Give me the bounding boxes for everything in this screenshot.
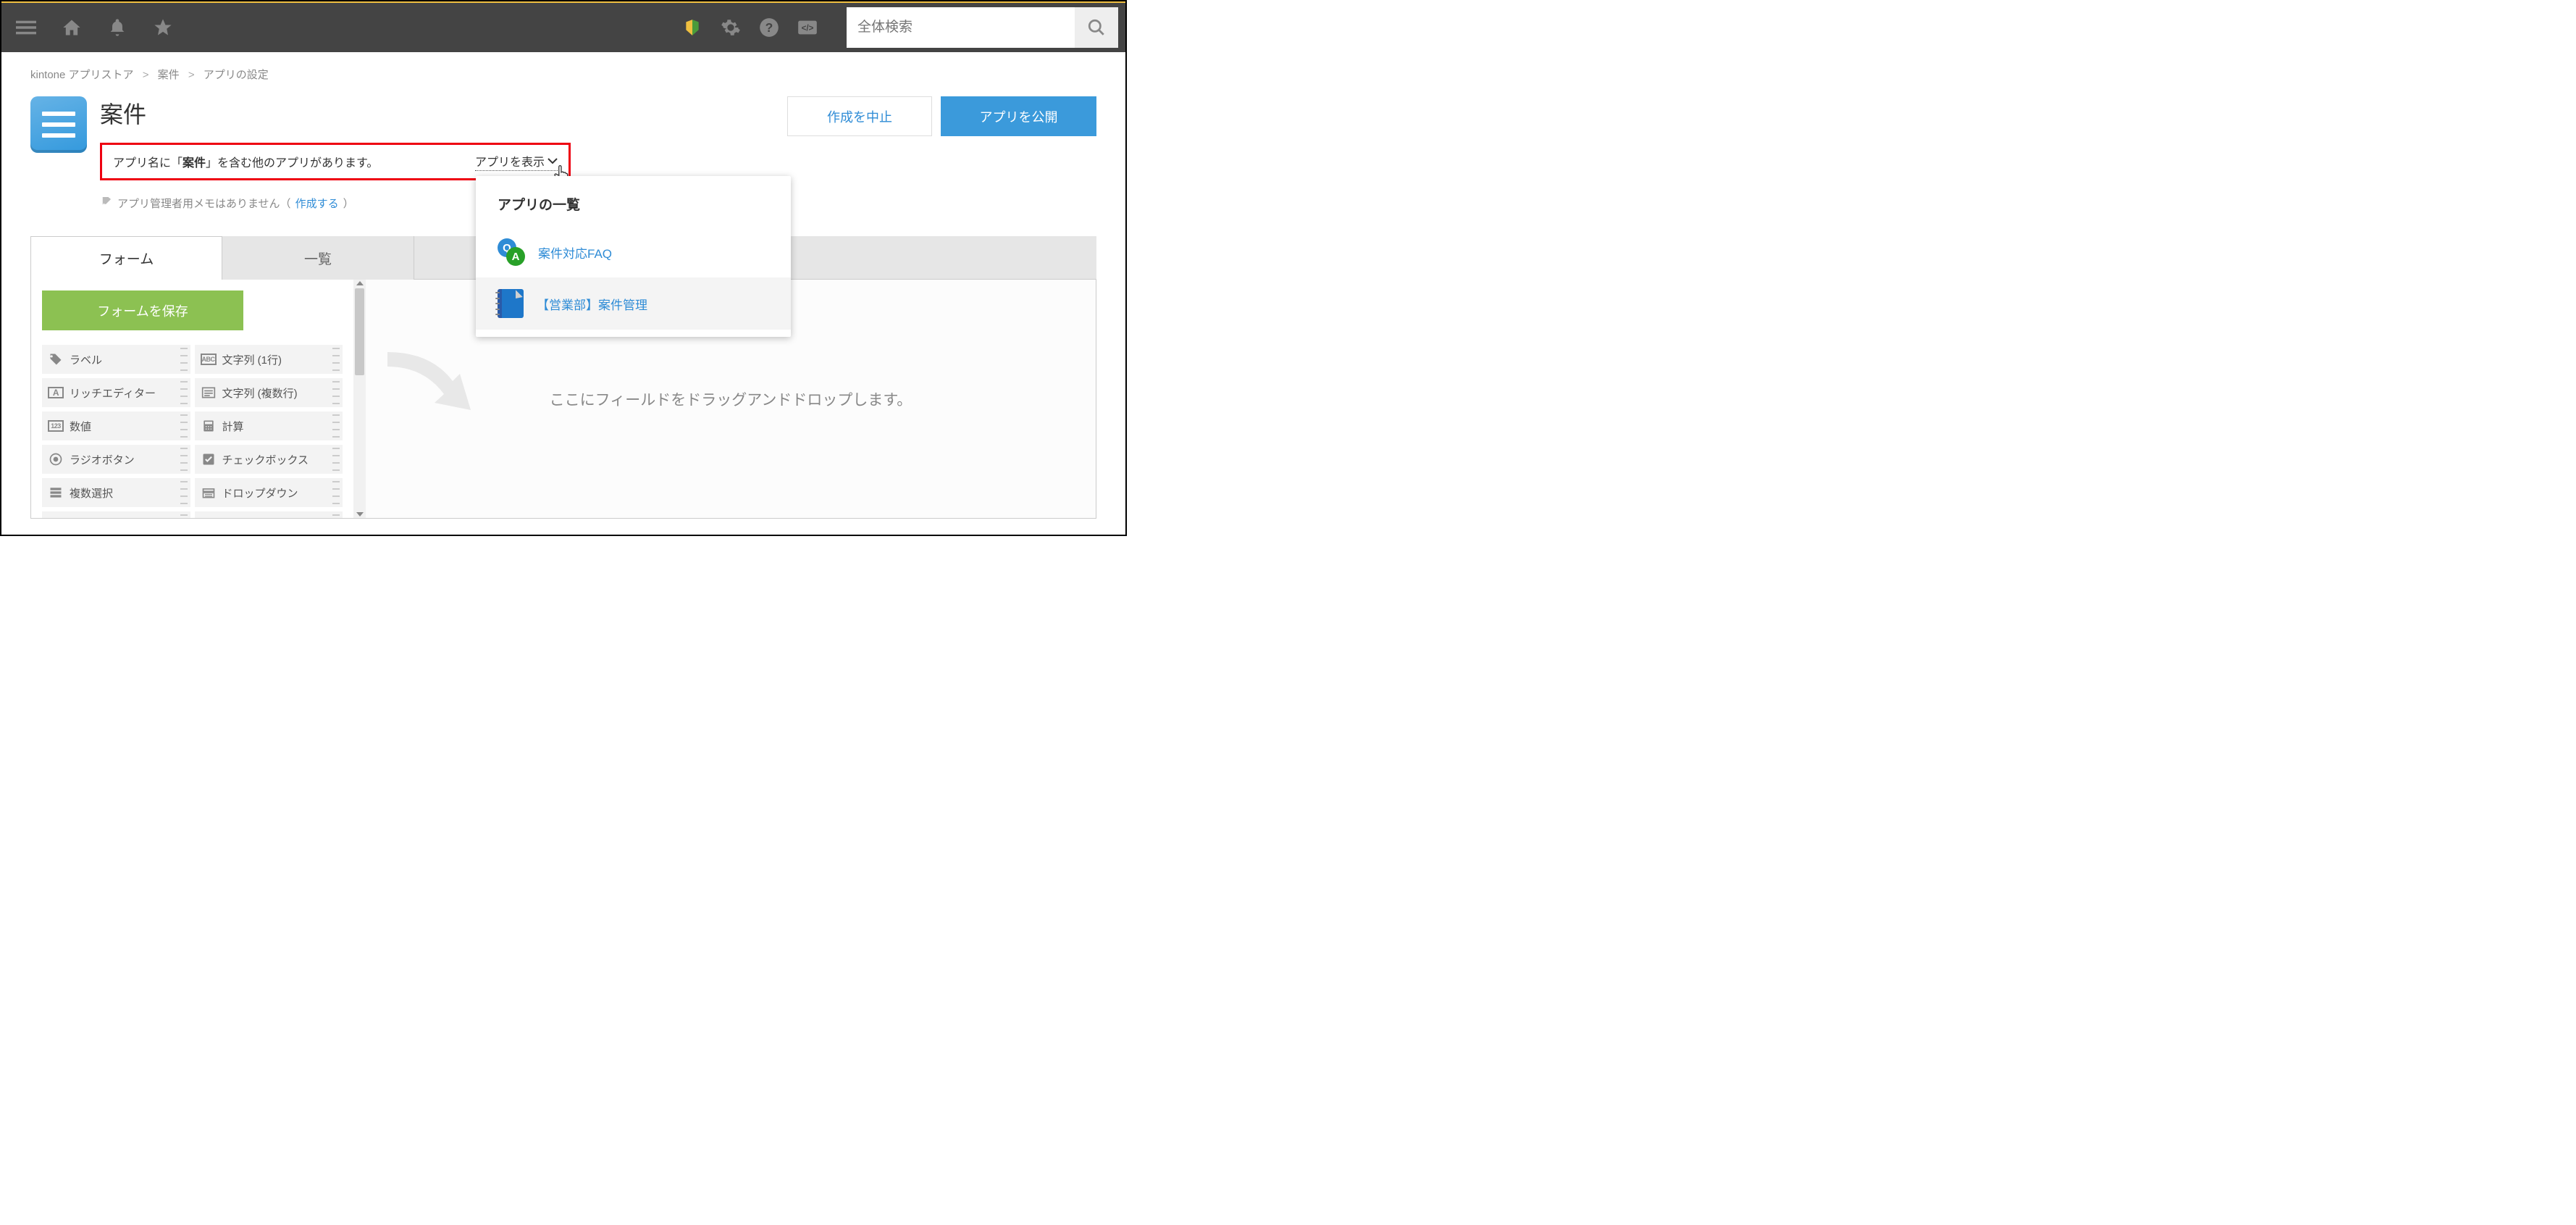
- create-memo-link[interactable]: 作成する: [295, 196, 339, 211]
- bell-icon[interactable]: [107, 17, 127, 38]
- scroll-up-icon[interactable]: [356, 281, 364, 285]
- app-list-item-sales[interactable]: 【営業部】案件管理: [476, 277, 791, 330]
- calculator-icon: [201, 418, 217, 434]
- drop-hint-arrow-icon: [380, 345, 482, 429]
- qa-icon: QA: [498, 238, 525, 266]
- radio-icon: [48, 451, 64, 467]
- field-text-single[interactable]: ABC文字列 (1行): [195, 345, 343, 374]
- search-input[interactable]: [847, 20, 1075, 35]
- help-icon[interactable]: ?: [759, 17, 779, 38]
- notebook-icon: [498, 289, 524, 318]
- 123-box-icon: 123: [48, 418, 64, 434]
- field-checkbox[interactable]: チェックボックス: [195, 445, 343, 474]
- breadcrumb-store[interactable]: kintone アプリストア: [30, 69, 134, 81]
- global-search: [847, 7, 1118, 48]
- app-list-item-faq[interactable]: QA 案件対応FAQ: [476, 227, 791, 277]
- field-radio[interactable]: ラジオボタン: [42, 445, 190, 474]
- tag-icon: [48, 351, 64, 367]
- breadcrumb: kintone アプリストア > 案件 > アプリの設定: [30, 67, 1096, 82]
- show-apps-toggle[interactable]: アプリを表示: [475, 152, 558, 171]
- field-label[interactable]: ラベル: [42, 345, 190, 374]
- cancel-button[interactable]: 作成を中止: [787, 96, 932, 136]
- dropdown-icon: [201, 485, 217, 501]
- field-rich-editor[interactable]: Aリッチエディター: [42, 378, 190, 407]
- chevron-down-icon: [547, 157, 558, 164]
- lines-box-icon: [201, 385, 217, 401]
- svg-text:</>: </>: [802, 24, 814, 33]
- duplicate-name-notice: アプリ名に「案件」を含む他のアプリがあります。 アプリを表示: [100, 143, 571, 180]
- field-multiselect[interactable]: 複数選択: [42, 478, 190, 507]
- field-calc[interactable]: 計算: [195, 411, 343, 440]
- app-list-title: アプリの一覧: [476, 194, 791, 227]
- home-icon[interactable]: [62, 17, 82, 38]
- search-button[interactable]: [1075, 7, 1118, 48]
- field-text-multi[interactable]: 文字列 (複数行): [195, 378, 343, 407]
- scroll-thumb[interactable]: [355, 288, 364, 375]
- save-form-button[interactable]: フォームを保存: [42, 290, 243, 330]
- field-palette: フォームを保存 ラベル ABC文字列 (1行) Aリッチエディター 文字列 (複…: [31, 280, 353, 518]
- field-time[interactable]: 時刻: [195, 511, 343, 518]
- beginner-icon[interactable]: [682, 17, 702, 38]
- abc-box-icon: ABC: [201, 351, 217, 367]
- letter-a-box-icon: A: [48, 385, 64, 401]
- app-list-popup: アプリの一覧 QA 案件対応FAQ 【営業部】案件管理: [476, 176, 791, 337]
- field-date[interactable]: 日付: [42, 511, 190, 518]
- field-number[interactable]: 123数値: [42, 411, 190, 440]
- publish-button[interactable]: アプリを公開: [941, 96, 1096, 136]
- svg-text:?: ?: [765, 20, 773, 35]
- code-icon[interactable]: </>: [797, 17, 818, 38]
- app-icon: [30, 96, 87, 153]
- scroll-down-icon[interactable]: [356, 512, 364, 517]
- top-toolbar: ? </>: [1, 1, 1125, 52]
- tab-list[interactable]: 一覧: [222, 236, 414, 280]
- note-edit-icon: [100, 195, 113, 211]
- gear-icon[interactable]: [721, 17, 741, 38]
- checkbox-icon: [201, 451, 217, 467]
- menu-icon[interactable]: [16, 17, 36, 38]
- tab-form[interactable]: フォーム: [30, 236, 222, 280]
- field-dropdown[interactable]: ドロップダウン: [195, 478, 343, 507]
- palette-scrollbar[interactable]: [353, 280, 366, 518]
- breadcrumb-current: アプリの設定: [204, 69, 269, 81]
- page-title: 案件: [100, 96, 146, 130]
- star-icon[interactable]: [153, 17, 173, 38]
- breadcrumb-app[interactable]: 案件: [158, 69, 180, 81]
- canvas-hint-text: ここにフィールドをドラッグアンドドロップします。: [550, 388, 912, 410]
- multiselect-icon: [48, 485, 64, 501]
